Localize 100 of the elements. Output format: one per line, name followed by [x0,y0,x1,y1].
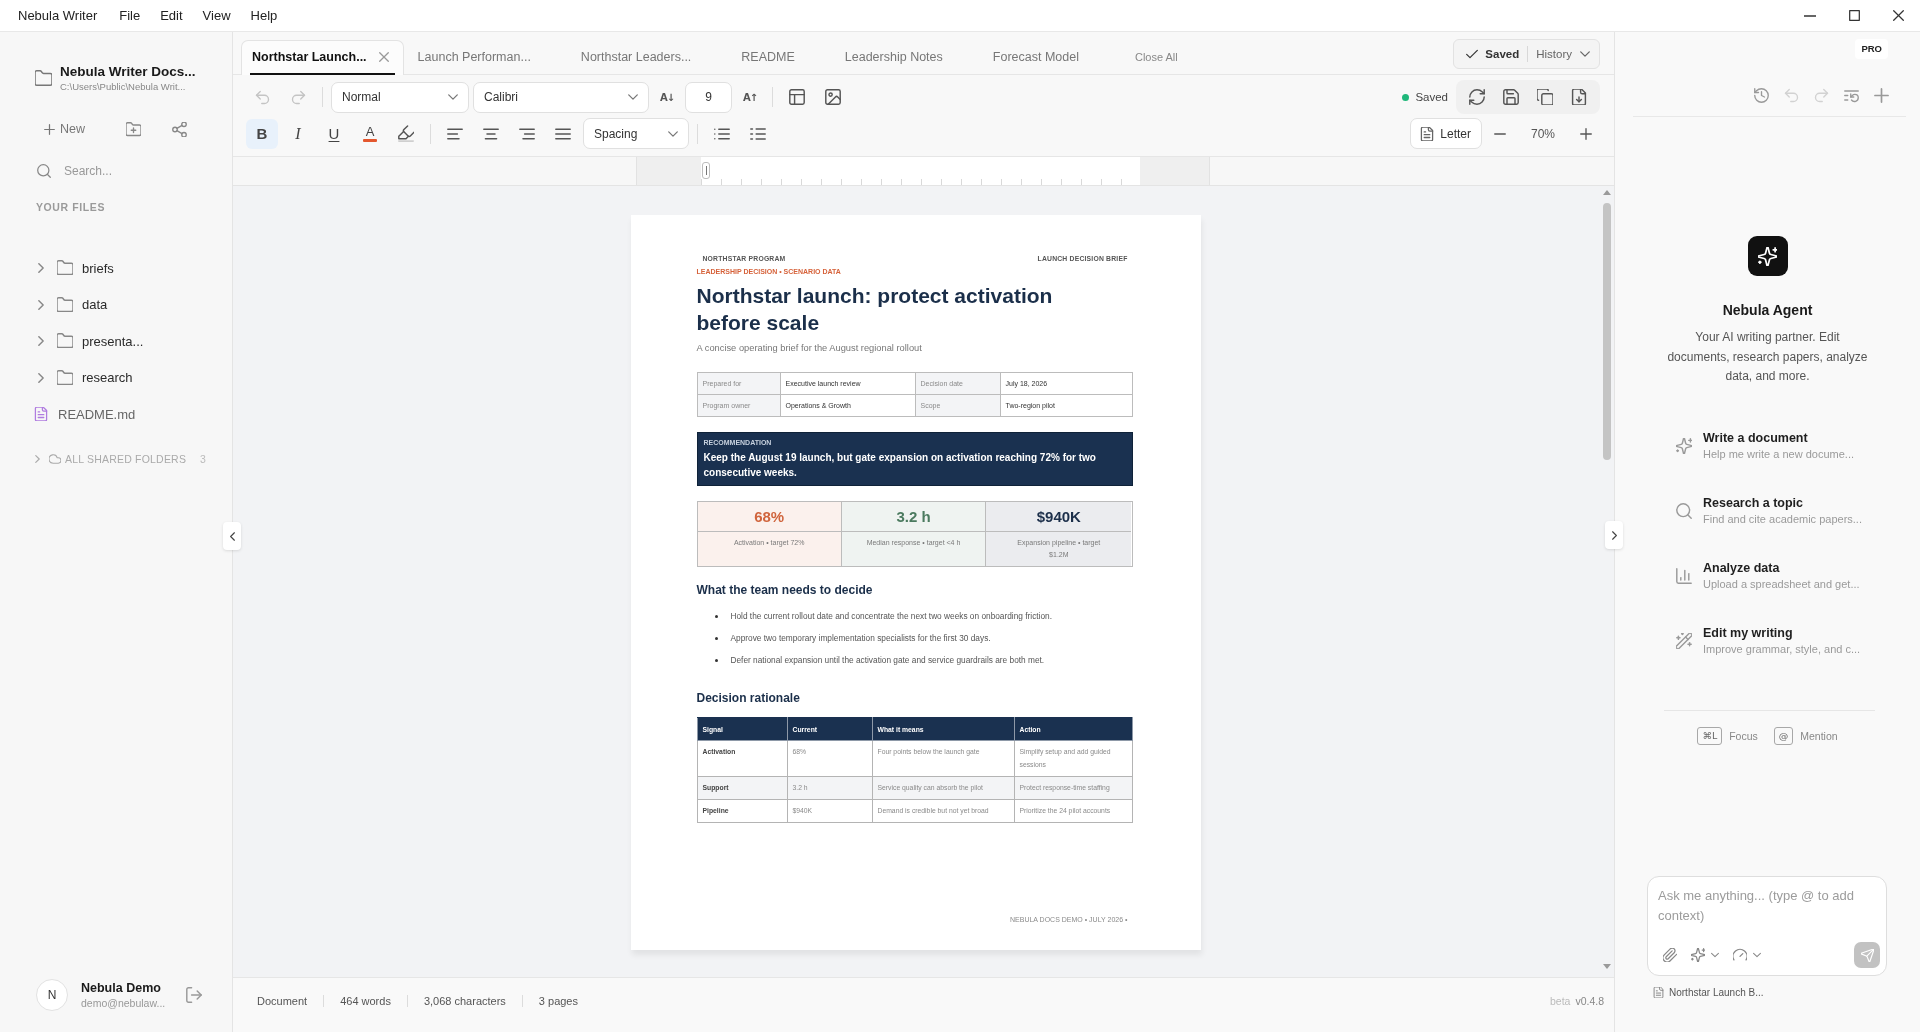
bullet-icon [714,614,718,618]
tree-item[interactable]: briefs [0,250,232,287]
scroll-up-icon[interactable] [1603,190,1611,195]
text-color-button[interactable]: A [354,118,386,149]
scrollbar-thumb[interactable] [1603,203,1611,460]
menu-item[interactable]: Edit [150,8,193,23]
suggestion-item[interactable]: Research a topic Find and cite academic papers... [1615,478,1920,544]
spacing-dropdown[interactable]: Spacing [583,118,689,150]
menu-item[interactable]: File [109,8,151,23]
document-icon [1653,986,1664,998]
redo-icon [290,89,306,105]
maximize-icon [1848,10,1860,21]
sparkles-icon [1691,948,1705,962]
shortcut-key: @ [1773,726,1794,745]
font-dropdown[interactable]: Calibri [473,81,649,113]
cloud-icon [49,452,61,465]
chevron-down-icon [1711,951,1719,959]
tab[interactable]: Launch Performan... [403,40,567,74]
tree-item[interactable]: research [0,359,232,396]
tab[interactable]: Northstar Leaders... [566,40,728,74]
folder-icon [35,69,52,87]
tab[interactable]: Forecast Model [978,40,1115,74]
underline-button[interactable]: U [318,118,350,149]
shortcut-label: Focus [1729,729,1758,742]
close-icon[interactable] [378,52,389,62]
wand-icon [1676,633,1692,649]
justify-icon [555,125,571,142]
document-subtitle: A concise operating brief for the August regional rollout [696,342,923,355]
folder-plus-icon [125,121,141,137]
undo-icon [254,89,270,105]
italic-button[interactable]: I [282,118,314,149]
undo-icon [1783,87,1799,103]
suggestion-item[interactable]: Analyze data Upload a spreadsheet and get... [1615,543,1920,609]
recommendation-text: Keep the August 19 launch, but gate expansion on activation reaching 72% for two consecutive weeks. [703,451,1097,480]
bullet-text: Defer national expansion until the activation gate and service guardrails are both met. [730,654,1045,666]
save-icon [1503,89,1519,106]
section-heading: What the team needs to decide [696,582,874,598]
section-heading: Decision rationale [696,690,801,706]
menu-item[interactable]: View [192,8,241,23]
tab[interactable]: README [727,40,831,74]
search-icon [1676,503,1692,519]
file-download-icon [1571,89,1587,106]
tree-item[interactable]: presenta... [0,323,232,360]
increase-font-size-button[interactable]: A↑ [736,82,764,113]
font-size-field[interactable]: 9 [685,81,732,113]
decrease-font-size-button[interactable]: A↓ [653,82,681,113]
user-avatar: N [36,979,68,1011]
close-all-button[interactable]: Close All [1134,40,1178,74]
agent-title: Nebula Agent [1721,302,1814,319]
new-button[interactable]: New [42,115,89,143]
section-label: YOUR FILES [35,200,106,214]
close-icon [1892,10,1904,21]
sidebar-toggle-button[interactable] [223,522,241,550]
tree-item[interactable]: data [0,286,232,323]
paperclip-icon [1663,948,1677,962]
workspace-path: C:\Users\Public\Nebula Writ... [60,80,187,93]
panel-toggle-button[interactable] [1605,521,1623,549]
bullet-text: Hold the current rollout date and concentrate the next two weeks on onboarding friction. [730,610,1052,622]
tree-item[interactable]: README.md [0,396,232,433]
attachment-name: Northstar Launch B... [1669,986,1764,998]
status-dot-icon [1402,93,1410,101]
bullet-text: Approve two temporary implementation specialists for the first 30 days. [730,632,991,644]
history-button[interactable]: History [1536,40,1590,68]
kpi-value: 68% [697,502,841,532]
folder-icon [57,333,73,350]
agent-logo-icon [1747,236,1788,276]
menu-item[interactable]: Help [240,8,288,23]
bullet-list-icon [714,125,730,142]
zoom-level: 70% [1530,126,1556,141]
document-icon [34,407,48,422]
suggestion-item[interactable]: Edit my writing Improve grammar, style, and c... [1615,608,1920,674]
saved-button[interactable]: Saved [1466,40,1520,68]
tab[interactable]: Leadership Notes [830,40,979,74]
sparkles-icon [1676,438,1692,454]
bullet-icon [714,636,718,640]
agent-description: Your AI writing partner. Edit documents, research papers, analyze data, and more. [1666,329,1869,385]
plus-icon [1580,127,1592,140]
composer-box[interactable]: Ask me anything... (type @ to add context) [1647,876,1887,976]
chevron-down-icon [628,92,638,103]
plus-icon [1873,87,1889,103]
gauge-icon [1733,948,1747,962]
message-field[interactable]: Ask me anything... (type @ to add context) [1658,886,1880,942]
status-text: Document [256,995,309,1007]
copy-icon [1537,89,1553,106]
folder-icon [57,369,73,386]
page-size-button[interactable]: Letter [1410,118,1482,150]
chevron-down-icon [668,128,678,139]
tab[interactable]: Northstar Launch... [241,40,404,75]
paragraph-style-dropdown[interactable]: Normal [331,81,469,113]
chevron-right-icon [1611,530,1617,540]
folder-count: 3 [200,452,207,465]
bold-button[interactable]: B [246,118,278,149]
suggestion-item[interactable]: Write a document Help me write a new docume... [1615,413,1920,479]
status-text: 3 pages [521,995,594,1007]
logout-button[interactable] [185,986,203,1004]
version-text: v0.4.8 [1575,995,1604,1007]
scroll-down-icon[interactable] [1603,964,1611,969]
indent-marker[interactable] [702,162,710,179]
search-field[interactable]: Search... [64,164,194,178]
shortcut-key: ⌘L [1697,726,1723,745]
